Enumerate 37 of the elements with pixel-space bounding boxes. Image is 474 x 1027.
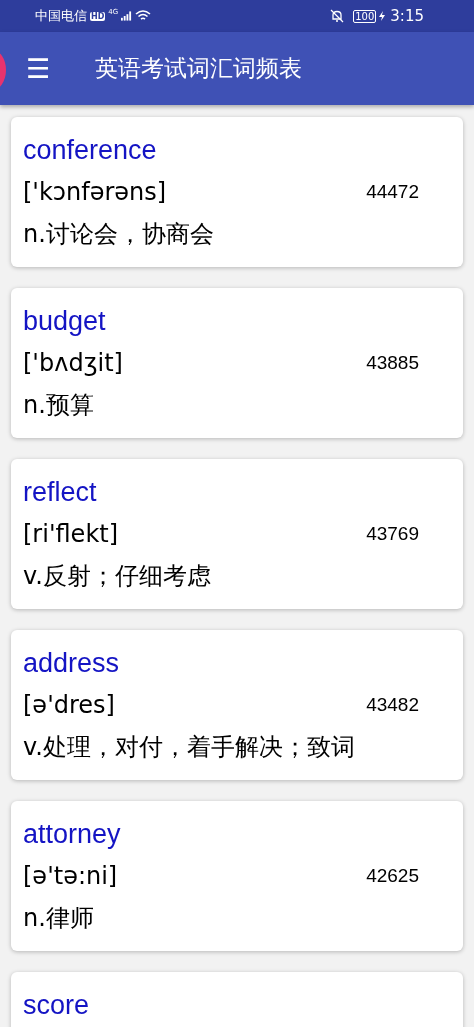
word-text: conference [23,134,158,167]
phonetic-text: ['kɔnfərəns] [23,177,168,208]
app-title: 英语考试词汇词频表 [95,54,302,83]
hd-badge: HD [90,11,106,21]
word-card[interactable]: reflect [ri'flekt] 43769 v.反射；仔细考虑 [11,459,463,609]
charging-icon [379,11,386,21]
wifi-icon [135,10,152,22]
muted-bell-icon [330,9,345,23]
frequency-count: 43482 [366,694,419,716]
menu-button[interactable]: ☰ [23,53,53,84]
meaning-text: n.预算 [23,390,95,421]
phonetic-text: [ə'tə:ni] [23,861,119,892]
word-text: score [23,989,91,1022]
signal-icon [121,11,133,21]
meaning-text: n.律师 [23,903,95,934]
clock-time: 3:15 [390,7,424,25]
meaning-text: n.讨论会，协商会 [23,219,215,250]
frequency-count: 43885 [366,352,419,374]
word-card[interactable]: score [11,972,463,1027]
word-text: address [23,647,121,680]
word-card[interactable]: attorney [ə'tə:ni] 42625 n.律师 [11,801,463,951]
phonetic-text: [ə'dres] [23,690,116,721]
word-text: attorney [23,818,122,851]
battery-level: 100 [353,9,377,23]
meaning-text: v.处理，对付，着手解决；致词 [23,732,356,763]
word-text: reflect [23,476,98,509]
frequency-count: 42625 [366,865,419,887]
carrier-name: 中国电信 [35,7,87,25]
word-card[interactable]: address [ə'dres] 43482 v.处理，对付，着手解决；致词 [11,630,463,780]
meaning-text: v.反射；仔细考虑 [23,561,212,592]
phonetic-text: ['bʌdʒit] [23,348,124,379]
word-card[interactable]: conference ['kɔnfərəns] 44472 n.讨论会，协商会 [11,117,463,267]
frequency-count: 44472 [366,181,419,203]
frequency-count: 43769 [366,523,419,545]
word-card[interactable]: budget ['bʌdʒit] 43885 n.预算 [11,288,463,438]
word-text: budget [23,305,107,338]
phonetic-text: [ri'flekt] [23,519,120,550]
